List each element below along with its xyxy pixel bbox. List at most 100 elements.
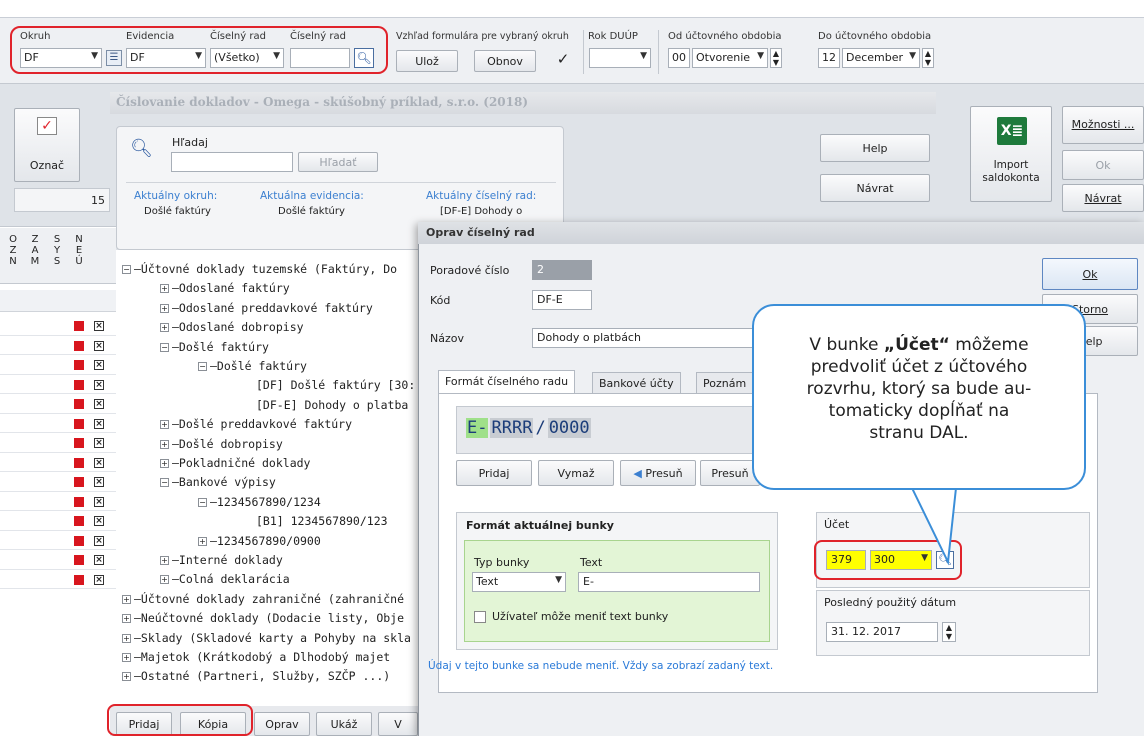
v-button[interactable]: V [378, 712, 418, 736]
tree-node[interactable]: + —Došlé dobropisy [160, 437, 283, 451]
flag-x-icon: × [94, 379, 104, 390]
od-select[interactable]: Otvorenie ▼ [692, 48, 768, 68]
rok-select[interactable]: ▼ [589, 48, 651, 68]
nazov-field[interactable]: Dohody o platbách [532, 328, 758, 348]
grid-column-header[interactable]: S Y S [50, 234, 64, 267]
dialog-ok-button[interactable]: Ok [1042, 258, 1138, 290]
tab-bankove-ucty[interactable]: Bankové účty [592, 372, 681, 394]
ok-button-disabled[interactable]: Ok [1062, 150, 1144, 180]
tree-node[interactable]: + —Účtovné doklady zahraničné (zahraničné [122, 592, 404, 606]
obnov-button[interactable]: Obnov [474, 50, 536, 72]
grid-filter-row[interactable] [0, 290, 116, 312]
tree-node-label: —Interné doklady [172, 553, 283, 567]
expand-icon[interactable]: + [122, 594, 131, 604]
tree-node[interactable]: − —1234567890/1234 [198, 495, 321, 509]
tree-node[interactable]: − —Došlé faktúry [160, 340, 269, 354]
expand-icon[interactable]: + [122, 672, 131, 682]
uloz-button[interactable]: Ulož [396, 50, 458, 72]
tab-format[interactable]: Formát číselného radu [438, 370, 576, 394]
tree-node[interactable]: + —Došlé preddavkové faktúry [160, 417, 352, 431]
flag-x-icon: × [94, 438, 104, 448]
tree-node[interactable]: [DF-E] Dohody o platba [256, 398, 408, 412]
navrat-button[interactable]: Návrat [820, 174, 930, 202]
tree-node[interactable]: + —Colná deklarácia [160, 572, 290, 586]
current-okruh-value: Došlé faktúry [144, 206, 211, 217]
tree-node[interactable]: + —Interné doklady [160, 553, 283, 567]
preview-cell-1[interactable]: E- [466, 418, 489, 438]
typ-select[interactable]: Text ▼ [472, 572, 566, 592]
search-label: Hľadaj [172, 136, 208, 149]
tree-node[interactable]: + —Pokladničné doklady [160, 456, 310, 470]
tree-node-label: [DF-E] Dohody o platba [256, 397, 409, 412]
expand-icon[interactable]: + [122, 653, 131, 662]
presun-right-button[interactable]: Presuň [700, 460, 760, 486]
datum-spinner[interactable]: ▲ ▼ [942, 622, 956, 642]
tree-node-label: —Sklady (Skladové karty a Pohyby na skla [134, 630, 411, 645]
preview-cell-4[interactable]: 0000 [547, 418, 591, 438]
do-number[interactable]: 12 [818, 48, 840, 68]
status-red-icon [74, 321, 84, 331]
expand-icon[interactable]: + [160, 459, 169, 468]
tree-node[interactable]: − —Bankové výpisy [160, 475, 276, 489]
status-red-icon [74, 574, 84, 585]
poradove-label: Poradové číslo [430, 264, 510, 277]
format-preview[interactable]: E- RRRR/0000 [466, 418, 591, 438]
kod-field[interactable]: DF-E [532, 290, 592, 310]
collapse-icon[interactable]: − [198, 362, 207, 371]
tree-node[interactable]: + —1234567890/0900 [198, 534, 321, 548]
moznosti-button[interactable]: Možnosti ... [1062, 106, 1144, 144]
preview-cell-3[interactable]: / [533, 418, 547, 438]
info-text: Údaj v tejto bunke sa nebude meniť. Vždy… [428, 660, 774, 672]
tree-node[interactable]: + —Ostatné (Partneri, Služby, SZČP ...) [122, 669, 390, 683]
expand-icon[interactable]: + [160, 556, 169, 565]
grid-column-header[interactable]: N E Ú [72, 234, 86, 267]
expand-icon[interactable]: + [160, 420, 169, 430]
tab-poznamka[interactable]: Poznám [696, 372, 756, 394]
text-field[interactable]: E- [578, 572, 760, 592]
preview-cell-2[interactable]: RRRR [490, 418, 534, 438]
expand-icon[interactable]: + [160, 303, 169, 313]
expand-icon[interactable]: + [122, 614, 131, 624]
pridaj-cell-button[interactable]: Pridaj [456, 460, 532, 486]
oznac-button[interactable]: ✓ Označ [14, 108, 80, 182]
ukaz-button[interactable]: Ukáž [316, 712, 372, 736]
hladat-button[interactable]: Hľadať [298, 152, 378, 172]
expand-icon[interactable]: + [160, 575, 169, 585]
tree-node[interactable]: + —Sklady (Skladové karty a Pohyby na skl… [122, 631, 411, 645]
tree-node[interactable]: − —Účtovné doklady tuzemské (Faktúry, Do [122, 262, 397, 276]
grid-column-header[interactable]: Z A M [28, 234, 42, 267]
oprav-button[interactable]: Oprav [254, 712, 310, 736]
navrat-button-2[interactable]: Návrat [1062, 184, 1144, 212]
od-spinner[interactable]: ▲ ▼ [770, 48, 782, 68]
od-number[interactable]: 00 [668, 48, 690, 68]
tree-node[interactable]: [B1] 1234567890/123 [256, 514, 388, 528]
collapse-icon[interactable]: − [198, 497, 207, 507]
vymaz-cell-button[interactable]: Vymaž [538, 460, 614, 486]
tree-node[interactable]: + —Odoslané dobropisy [160, 320, 304, 334]
presun-left-button[interactable]: ◀ Presuň [620, 460, 696, 486]
help-button[interactable]: Help [820, 134, 930, 162]
grid-column-header[interactable]: O Z N [6, 234, 20, 267]
tree-node[interactable]: + —Majetok (Krátkodobý a Dlhodobý majet [122, 650, 390, 664]
tree-node[interactable]: + —Odoslané faktúry [160, 281, 290, 295]
user-edit-checkbox[interactable] [474, 611, 486, 623]
do-spinner[interactable]: ▲ ▼ [922, 48, 934, 68]
expand-icon[interactable]: + [160, 323, 169, 333]
collapse-icon[interactable]: − [122, 265, 131, 274]
datum-field[interactable]: 31. 12. 2017 [826, 622, 938, 642]
tree-node[interactable]: − —Došlé faktúry [198, 359, 307, 373]
expand-icon[interactable]: + [160, 439, 169, 449]
collapse-icon[interactable]: − [160, 478, 169, 488]
collapse-icon[interactable]: − [160, 342, 169, 352]
expand-icon[interactable]: + [160, 284, 169, 294]
layout-checkbox[interactable]: ✓ [554, 51, 572, 69]
status-red-icon [74, 438, 84, 448]
tree-node[interactable]: [DF] Došlé faktúry [30: [256, 378, 415, 392]
search-input[interactable] [171, 152, 293, 172]
expand-icon[interactable]: + [198, 536, 207, 546]
tree-node[interactable]: + —Odoslané preddavkové faktúry [160, 301, 373, 315]
expand-icon[interactable]: + [122, 633, 131, 643]
tree-node[interactable]: + —Neúčtovné doklady (Dodacie listy, Obje [122, 611, 404, 625]
import-saldokonta-button[interactable]: X≣ Import saldokonta [970, 106, 1052, 202]
do-select[interactable]: December ▼ [842, 48, 920, 68]
